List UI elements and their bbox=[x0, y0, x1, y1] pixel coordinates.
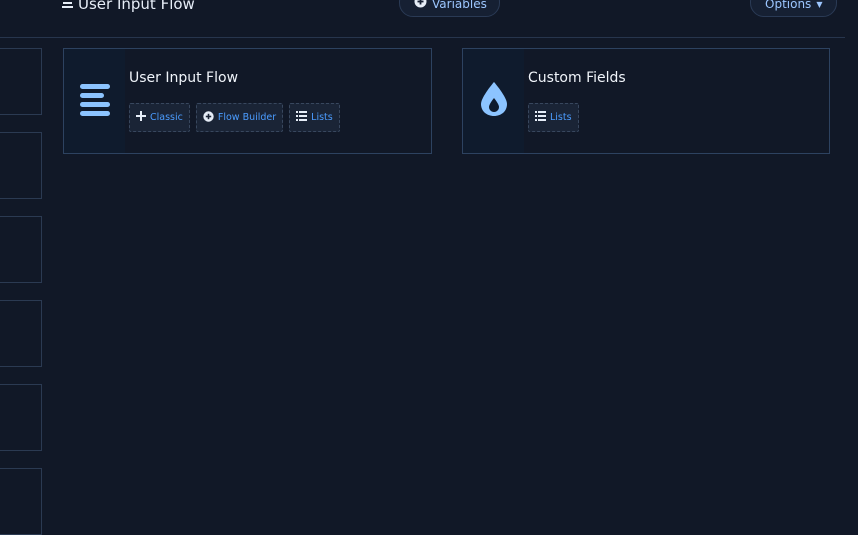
page-title-text: User Input Flow bbox=[78, 0, 195, 13]
lists-button[interactable]: Lists bbox=[289, 103, 340, 132]
align-left-icon bbox=[77, 82, 113, 120]
plus-circle-icon bbox=[203, 110, 214, 125]
variables-button[interactable]: Variables bbox=[399, 0, 500, 17]
lists-label: Lists bbox=[550, 112, 572, 123]
classic-label: Classic bbox=[150, 112, 183, 123]
droplet-icon bbox=[479, 81, 509, 121]
variables-label: Variables bbox=[432, 0, 487, 11]
page-title: User Input Flow bbox=[62, 0, 195, 15]
top-bar: User Input Flow Variables Options ▼ bbox=[0, 0, 845, 38]
left-rail-card[interactable] bbox=[0, 132, 42, 199]
plus-icon bbox=[136, 111, 146, 124]
card-title: User Input Flow bbox=[129, 70, 239, 86]
options-dropdown[interactable]: Options ▼ bbox=[750, 0, 837, 17]
list-icon bbox=[296, 111, 308, 124]
left-rail-card[interactable] bbox=[0, 216, 42, 283]
card-icon-panel bbox=[64, 49, 125, 153]
list-icon bbox=[535, 111, 546, 124]
lists-button[interactable]: Lists bbox=[528, 103, 579, 132]
card-actions: Classic Flow Builder Lists bbox=[129, 103, 340, 132]
card-title: Custom Fields bbox=[528, 70, 626, 86]
left-rail-card[interactable] bbox=[0, 48, 42, 115]
card-icon-panel bbox=[463, 49, 524, 153]
caret-down-icon: ▼ bbox=[816, 0, 823, 9]
left-rail-card[interactable] bbox=[0, 468, 42, 535]
lists-label: Lists bbox=[311, 112, 333, 123]
options-label: Options bbox=[765, 0, 812, 11]
flow-builder-button[interactable]: Flow Builder bbox=[195, 103, 284, 132]
left-rail-card[interactable] bbox=[0, 384, 42, 451]
card-actions: Lists bbox=[528, 103, 579, 132]
flow-builder-label: Flow Builder bbox=[217, 112, 277, 123]
classic-button[interactable]: Classic bbox=[129, 103, 190, 132]
left-rail-card[interactable] bbox=[0, 300, 42, 367]
stack-icon bbox=[62, 0, 73, 13]
user-input-flow-card: User Input Flow Classic Flow Builder Lis… bbox=[63, 48, 432, 154]
custom-fields-card: Custom Fields Lists bbox=[462, 48, 830, 154]
plus-circle-icon bbox=[414, 0, 427, 11]
